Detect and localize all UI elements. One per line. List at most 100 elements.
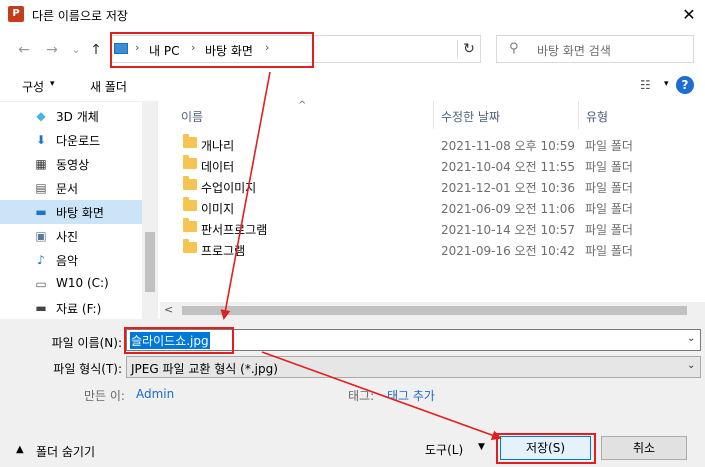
list-item[interactable]: 수업이미지 2021-12-01 오전 10:36 파일 폴더: [175, 176, 705, 197]
folder-icon: [183, 218, 197, 232]
refresh-button[interactable]: ↻: [457, 40, 480, 58]
sidebar-item-label: W10 (C:): [56, 276, 109, 290]
close-button[interactable]: ✕: [675, 2, 703, 28]
sort-indicator-icon: ^: [298, 100, 307, 111]
file-type: 파일 폴더: [585, 139, 633, 153]
file-type: 파일 폴더: [585, 202, 633, 216]
back-button[interactable]: ←: [14, 40, 34, 60]
cancel-button[interactable]: 취소: [601, 436, 687, 460]
navigation-pane: ◆ 3D 개체 ⬇ 다운로드 ▦ 동영상 ▤ 문서 ▬ 바탕 화면 ▣ 사진 ♪…: [0, 101, 158, 320]
folder-icon: [183, 134, 197, 148]
sidebar-scroll-thumb[interactable]: [145, 232, 155, 292]
folder-icon: [183, 239, 197, 253]
list-item[interactable]: 개나리 2021-11-08 오후 10:59 파일 폴더: [175, 134, 705, 155]
file-name: 개나리: [201, 139, 235, 153]
list-item[interactable]: 데이터 2021-10-04 오전 11:55 파일 폴더: [175, 155, 705, 176]
filename-label: 파일 이름(N):: [51, 336, 122, 350]
drive-icon: ▬: [35, 301, 47, 315]
search-placeholder: 바탕 화면 검색: [537, 44, 611, 58]
folder-icon: [183, 155, 197, 169]
drive-icon: ▭: [35, 277, 47, 291]
chevron-up-icon[interactable]: ▲: [16, 444, 24, 455]
file-type: 파일 폴더: [585, 244, 633, 258]
close-icon: ✕: [682, 5, 696, 24]
chevron-down-icon: ▾: [50, 79, 55, 89]
chevron-down-icon[interactable]: ▼: [478, 442, 485, 452]
music-icon: ♪: [37, 253, 45, 267]
cube-icon: ◆: [36, 109, 46, 123]
file-date: 2021-12-01 오전 10:36: [441, 181, 576, 195]
file-type: 파일 폴더: [585, 181, 633, 195]
filetype-select[interactable]: JPEG 파일 교환 형식 (*.jpg) ⌄: [126, 356, 701, 378]
desktop-icon: ▬: [35, 205, 47, 219]
chevron-down-icon[interactable]: ▾: [664, 79, 669, 89]
column-divider[interactable]: [433, 101, 434, 129]
sidebar-item-videos[interactable]: ▦ 동영상: [0, 152, 142, 176]
annotation-box-save: [496, 433, 596, 464]
sidebar-item-drive-c[interactable]: ▭ W10 (C:): [0, 272, 142, 296]
refresh-icon: ↻: [463, 41, 475, 57]
file-date: 2021-10-14 오전 10:57: [441, 223, 576, 237]
folder-icon: [183, 197, 197, 211]
search-icon: ⚲: [509, 41, 519, 56]
column-divider[interactable]: [578, 101, 579, 129]
sidebar-item-pictures[interactable]: ▣ 사진: [0, 224, 142, 248]
sidebar-item-drive-f[interactable]: ▬ 자료 (F:): [0, 296, 142, 320]
column-header-date[interactable]: 수정한 날짜: [441, 108, 500, 125]
search-box[interactable]: ⚲ 바탕 화면 검색: [496, 35, 694, 63]
file-type: 파일 폴더: [585, 160, 633, 174]
sidebar-item-label: 다운로드: [56, 134, 101, 148]
file-date: 2021-11-08 오후 10:59: [441, 139, 576, 153]
horizontal-scroll-thumb[interactable]: [182, 306, 687, 315]
sidebar-item-music[interactable]: ♪ 음악: [0, 248, 142, 272]
sidebar-item-label: 음악: [56, 254, 79, 268]
back-arrow-icon: ←: [18, 42, 30, 58]
sidebar-item-documents[interactable]: ▤ 문서: [0, 176, 142, 200]
sidebar-item-label: 자료 (F:): [56, 302, 102, 316]
annotation-box-filename: [124, 327, 234, 354]
picture-icon: ▣: [35, 229, 47, 243]
folder-icon: [183, 176, 197, 190]
sidebar-item-downloads[interactable]: ⬇ 다운로드: [0, 128, 142, 152]
forward-button[interactable]: →: [42, 40, 62, 60]
sidebar-item-desktop[interactable]: ▬ 바탕 화면: [0, 200, 142, 224]
recent-locations-button[interactable]: ⌄: [66, 40, 86, 60]
sidebar-item-label: 문서: [56, 182, 79, 196]
window-title: 다른 이름으로 저장: [32, 9, 128, 23]
forward-arrow-icon: →: [46, 42, 58, 58]
file-name: 판서프로그램: [201, 223, 268, 237]
list-item[interactable]: 판서프로그램 2021-10-14 오전 10:57 파일 폴더: [175, 218, 705, 239]
new-folder-button[interactable]: 새 폴더: [90, 78, 127, 95]
file-name: 이미지: [201, 202, 235, 216]
view-options-icon[interactable]: ☷: [640, 78, 651, 92]
hide-folders-button[interactable]: 폴더 숨기기: [36, 443, 95, 460]
scroll-left-icon[interactable]: <: [164, 303, 173, 316]
organize-button[interactable]: 구성: [22, 78, 44, 95]
horizontal-scrollbar[interactable]: <: [160, 302, 705, 319]
download-icon: ⬇: [35, 133, 47, 147]
up-arrow-icon: ↑: [90, 42, 102, 58]
powerpoint-icon: P: [8, 6, 24, 22]
file-name: 데이터: [201, 160, 235, 174]
file-name: 수업이미지: [201, 181, 257, 195]
file-date: 2021-06-09 오전 11:06: [441, 202, 576, 216]
command-bar: 구성 ▾ 새 폴더 ☷ ▾ ?: [0, 72, 705, 100]
up-button[interactable]: ↑: [86, 40, 106, 60]
sidebar-item-label: 사진: [56, 230, 79, 244]
list-item[interactable]: 프로그램 2021-09-16 오전 10:42 파일 폴더: [175, 239, 705, 260]
help-icon[interactable]: ?: [676, 76, 694, 94]
list-item[interactable]: 이미지 2021-06-09 오전 11:06 파일 폴더: [175, 197, 705, 218]
document-icon: ▤: [35, 181, 47, 195]
tools-button[interactable]: 도구(L): [425, 441, 463, 458]
chevron-down-icon[interactable]: ⌄: [687, 360, 695, 371]
sidebar-item-3d-objects[interactable]: ◆ 3D 개체: [0, 104, 142, 128]
column-header-type[interactable]: 유형: [586, 108, 608, 125]
file-name: 프로그램: [201, 244, 246, 258]
annotation-box-address: [110, 32, 314, 68]
file-type: 파일 폴더: [585, 223, 633, 237]
filetype-label: 파일 형식(T):: [53, 362, 122, 376]
tags-input[interactable]: 태그 추가: [387, 387, 435, 404]
author-value[interactable]: Admin: [136, 387, 174, 401]
chevron-down-icon[interactable]: ⌄: [687, 333, 695, 344]
column-header-name[interactable]: 이름: [181, 108, 203, 125]
